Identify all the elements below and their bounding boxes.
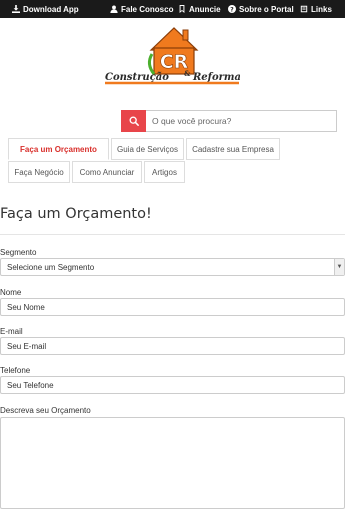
logo-name-left: Construção bbox=[105, 72, 169, 83]
tab-como-anunciar[interactable]: Como Anunciar bbox=[72, 161, 142, 183]
question-circle-icon: ? bbox=[228, 5, 236, 13]
user-icon bbox=[110, 5, 118, 13]
sobre-portal-link[interactable]: ? Sobre o Portal bbox=[228, 0, 294, 18]
site-logo[interactable]: CR Construção & Reforma bbox=[105, 24, 241, 88]
segment-label: Segmento bbox=[0, 248, 37, 257]
links-link[interactable]: Links bbox=[300, 0, 332, 18]
message-textarea[interactable] bbox=[0, 417, 345, 509]
download-app-link[interactable]: Download App bbox=[12, 0, 79, 18]
phone-placeholder: Seu Telefone bbox=[7, 380, 54, 390]
name-label: Nome bbox=[0, 288, 22, 297]
tab-faca-negocio[interactable]: Faça Negócio bbox=[8, 161, 70, 183]
top-bar: Download App Fale Conosco Anuncie ? Sobr… bbox=[0, 0, 345, 18]
divider bbox=[0, 234, 345, 235]
links-label: Links bbox=[311, 4, 332, 14]
segment-select[interactable]: Selecione um Segmento ▼ bbox=[0, 258, 345, 276]
download-app-label: Download App bbox=[23, 4, 79, 14]
email-field[interactable]: Seu E-mail bbox=[0, 337, 345, 355]
segment-selected-value: Selecione um Segmento bbox=[7, 262, 95, 272]
tab-faca-orcamento[interactable]: Faça um Orçamento bbox=[8, 138, 109, 160]
page-title: Faça um Orçamento! bbox=[0, 206, 152, 222]
fale-conosco-label: Fale Conosco bbox=[121, 4, 174, 14]
phone-field[interactable]: Seu Telefone bbox=[0, 376, 345, 394]
search-input[interactable] bbox=[146, 110, 337, 132]
tab-artigos[interactable]: Artigos bbox=[144, 161, 185, 183]
fale-conosco-link[interactable]: Fale Conosco bbox=[110, 0, 173, 18]
search-button[interactable] bbox=[121, 110, 146, 132]
book-icon bbox=[300, 5, 308, 13]
anuncie-link[interactable]: Anuncie bbox=[178, 0, 221, 18]
download-icon bbox=[12, 5, 20, 13]
tab-cadastre-empresa[interactable]: Cadastre sua Empresa bbox=[186, 138, 280, 160]
phone-label: Telefone bbox=[0, 366, 31, 375]
anuncie-label: Anuncie bbox=[189, 4, 221, 14]
tab-guia-servicos[interactable]: Guia de Serviços bbox=[111, 138, 184, 160]
name-field[interactable]: Seu Nome bbox=[0, 298, 345, 316]
name-placeholder: Seu Nome bbox=[7, 302, 45, 312]
logo-name-right: Reforma bbox=[192, 72, 240, 83]
logo-name-amp: & bbox=[184, 69, 191, 78]
search-bar bbox=[121, 110, 337, 132]
sobre-portal-label: Sobre o Portal bbox=[239, 4, 294, 14]
search-icon bbox=[129, 116, 139, 126]
chevron-down-icon: ▼ bbox=[334, 259, 344, 275]
message-label: Descreva seu Orçamento bbox=[0, 406, 91, 415]
bookmark-icon bbox=[178, 5, 186, 13]
svg-text:?: ? bbox=[230, 6, 234, 13]
email-label: E-mail bbox=[0, 327, 23, 336]
email-placeholder: Seu E-mail bbox=[7, 341, 47, 351]
